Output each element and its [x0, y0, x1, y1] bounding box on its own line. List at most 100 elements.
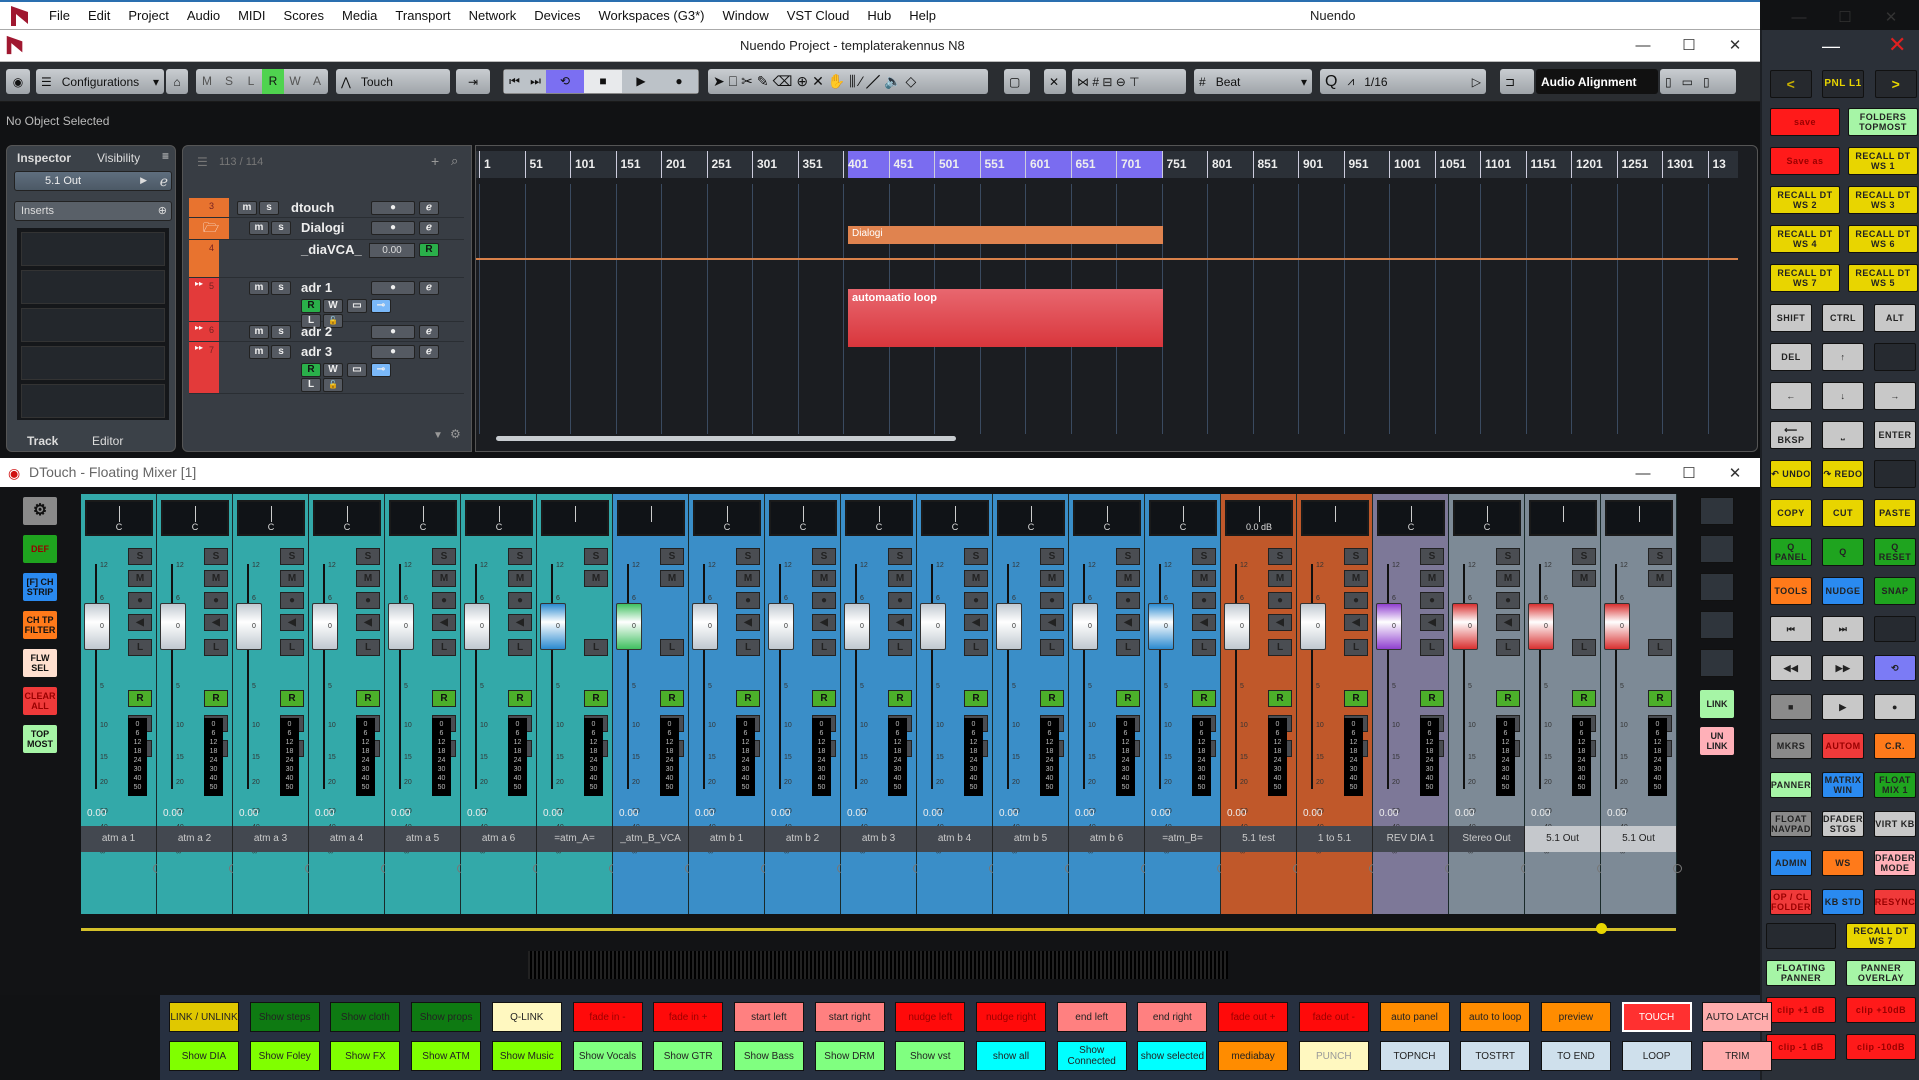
chevron-down-icon[interactable]: ▼ [433, 430, 443, 441]
panel-button-[interactable]: ■ [1770, 694, 1812, 720]
panel-button-del[interactable]: DEL [1770, 343, 1812, 371]
pan-display[interactable]: C [769, 500, 837, 536]
state-button-m[interactable]: M [196, 69, 218, 94]
panel-button-cut[interactable]: CUT [1822, 499, 1864, 527]
volume-value[interactable]: 0.00 [163, 808, 182, 819]
panel-button-[interactable]: ▶ [1822, 694, 1864, 720]
panel-button-[interactable]: ↑ [1822, 343, 1864, 371]
panel-button-dfader-stgs[interactable]: DFADER STGS [1822, 811, 1864, 837]
track-row[interactable]: 4 _diaVCA_ 0.00 R [189, 240, 464, 278]
panel-button-recall-dt-ws-7[interactable]: RECALL DT WS 7 [1770, 264, 1840, 292]
panel-button-recall-dt-ws-1[interactable]: RECALL DT WS 1 [1848, 147, 1918, 175]
macro-button-tostrt[interactable]: TOSTRT [1460, 1041, 1531, 1071]
read-button[interactable]: R [301, 363, 321, 377]
fader-handle[interactable] [1528, 603, 1554, 650]
read-button[interactable]: R [508, 690, 532, 707]
macro-button-show-all[interactable]: show all [976, 1041, 1046, 1071]
add-track-icon[interactable]: + [431, 153, 439, 169]
rec-button[interactable]: ● [280, 592, 304, 609]
solo-button[interactable]: S [280, 548, 304, 565]
channel-name[interactable]: atm b 4 [917, 826, 993, 852]
channel-name[interactable]: 5.1 test [1221, 826, 1297, 852]
listen-button[interactable]: L [1420, 639, 1444, 656]
volume-value[interactable]: 0.00 [543, 808, 562, 819]
read-button[interactable]: R [1572, 690, 1596, 707]
panel-button-mkrs[interactable]: MKRS [1770, 733, 1812, 759]
menu-edit[interactable]: Edit [79, 8, 119, 23]
macro-button-show-props[interactable]: Show props [411, 1002, 482, 1032]
volume-value[interactable]: 0.00 [923, 808, 942, 819]
menu-project[interactable]: Project [119, 8, 177, 23]
zone-toggle-buttons[interactable]: ▯ ▭ ▯ [1660, 69, 1736, 94]
mixer-settings-button[interactable]: ⚙ [23, 497, 57, 525]
lower-zone-icon[interactable]: ▭ [1677, 75, 1698, 89]
read-button[interactable]: R [812, 690, 836, 707]
monitor-button[interactable]: ◀ [1192, 614, 1216, 631]
solo-button[interactable]: S [1344, 548, 1368, 565]
pan-display[interactable]: C [313, 500, 381, 536]
listen-button[interactable]: L [1496, 639, 1520, 656]
lock-button[interactable]: 🔓 [323, 378, 343, 392]
listen-button[interactable]: L [812, 639, 836, 656]
solo-button[interactable]: s [271, 221, 291, 235]
panel-button-recall-dt-ws-2[interactable]: RECALL DT WS 2 [1770, 186, 1840, 214]
panel-button-panner-overlay[interactable]: PANNER OVERLAY [1846, 960, 1916, 986]
read-button[interactable]: R [1344, 690, 1368, 707]
macro-button-show-selected[interactable]: show selected [1137, 1041, 1208, 1071]
gear-icon[interactable]: ⚙ [450, 427, 461, 441]
macro-button-show-atm[interactable]: Show ATM [411, 1041, 482, 1071]
panel-button-[interactable]: ◀◀ [1770, 655, 1812, 681]
read-button[interactable]: R [1040, 690, 1064, 707]
fader-handle[interactable] [236, 603, 262, 650]
panel-button-c-r[interactable]: C.R. [1874, 733, 1916, 759]
channel-name[interactable]: atm b 3 [841, 826, 917, 852]
state-button-s[interactable]: S [218, 69, 240, 94]
panel-button-[interactable]: ⎵ [1822, 421, 1864, 449]
mixer-empty-slot[interactable] [1700, 535, 1734, 563]
macro-button-auto-latch[interactable]: AUTO LATCH [1702, 1002, 1773, 1032]
macro-button-auto-panel[interactable]: auto panel [1379, 1002, 1450, 1032]
channel-name[interactable]: Stereo Out [1449, 826, 1525, 852]
panel-button-recall-dt-ws-4[interactable]: RECALL DT WS 4 [1770, 225, 1840, 253]
solo-button[interactable]: S [508, 548, 532, 565]
solo-button[interactable]: S [128, 548, 152, 565]
pan-display[interactable] [1605, 500, 1673, 536]
read-button[interactable]: R [1116, 690, 1140, 707]
horizontal-scrollbar[interactable] [496, 436, 956, 441]
mixer-empty-slot[interactable] [1700, 497, 1734, 525]
pan-display[interactable] [1529, 500, 1597, 536]
edit-channel-button[interactable]: ℯ [419, 345, 439, 359]
color-selector[interactable]: ▢ [1004, 69, 1030, 94]
solo-button[interactable]: S [1572, 548, 1596, 565]
solo-button[interactable]: s [271, 325, 291, 339]
panel-button-shift[interactable]: SHIFT [1770, 304, 1812, 332]
link-bar-selected-node[interactable] [1596, 923, 1607, 934]
edit-channel-button[interactable]: ℯ [419, 221, 439, 235]
volume-value[interactable]: 0.00 [1227, 808, 1246, 819]
read-button[interactable]: R [1496, 690, 1520, 707]
panel-button-q[interactable]: Q [1822, 538, 1864, 566]
record-enable-button[interactable]: ● [371, 345, 415, 359]
solo-button[interactable]: S [1116, 548, 1140, 565]
next-page-button[interactable]: > [1875, 70, 1917, 98]
read-button[interactable]: R [584, 690, 608, 707]
state-button-w[interactable]: W [284, 69, 306, 94]
mixer-empty-slot[interactable] [1700, 649, 1734, 677]
fader-handle[interactable] [616, 603, 642, 650]
object-selection-tool-icon[interactable]: ➤⎕✂✎⌫⊕✕✋⫼⁄╱🔈◇ [708, 73, 925, 90]
record-button[interactable]: ● [660, 70, 698, 93]
mute-button[interactable]: M [1420, 570, 1444, 587]
insert-slot[interactable] [21, 308, 165, 342]
solo-button[interactable]: S [1496, 548, 1520, 565]
panel-button-[interactable]: → [1874, 382, 1916, 410]
macro-button-start-right[interactable]: start right [814, 1002, 885, 1032]
record-enable-button[interactable]: ● [371, 221, 415, 235]
channel-name[interactable]: atm a 3 [233, 826, 309, 852]
page-indicator[interactable]: PNL L1 [1822, 70, 1864, 98]
menu-help[interactable]: Help [900, 8, 945, 23]
volume-value[interactable]: 0.00 [999, 808, 1018, 819]
mixer-button-clear-all[interactable]: CLEAR ALL [23, 687, 57, 715]
track-row[interactable]: 6 ▸▸ m s adr 2 ● ℯ [189, 322, 464, 342]
fader-handle[interactable] [1300, 603, 1326, 650]
automation-mode-dropdown[interactable]: ⋀ Touch [336, 69, 450, 94]
